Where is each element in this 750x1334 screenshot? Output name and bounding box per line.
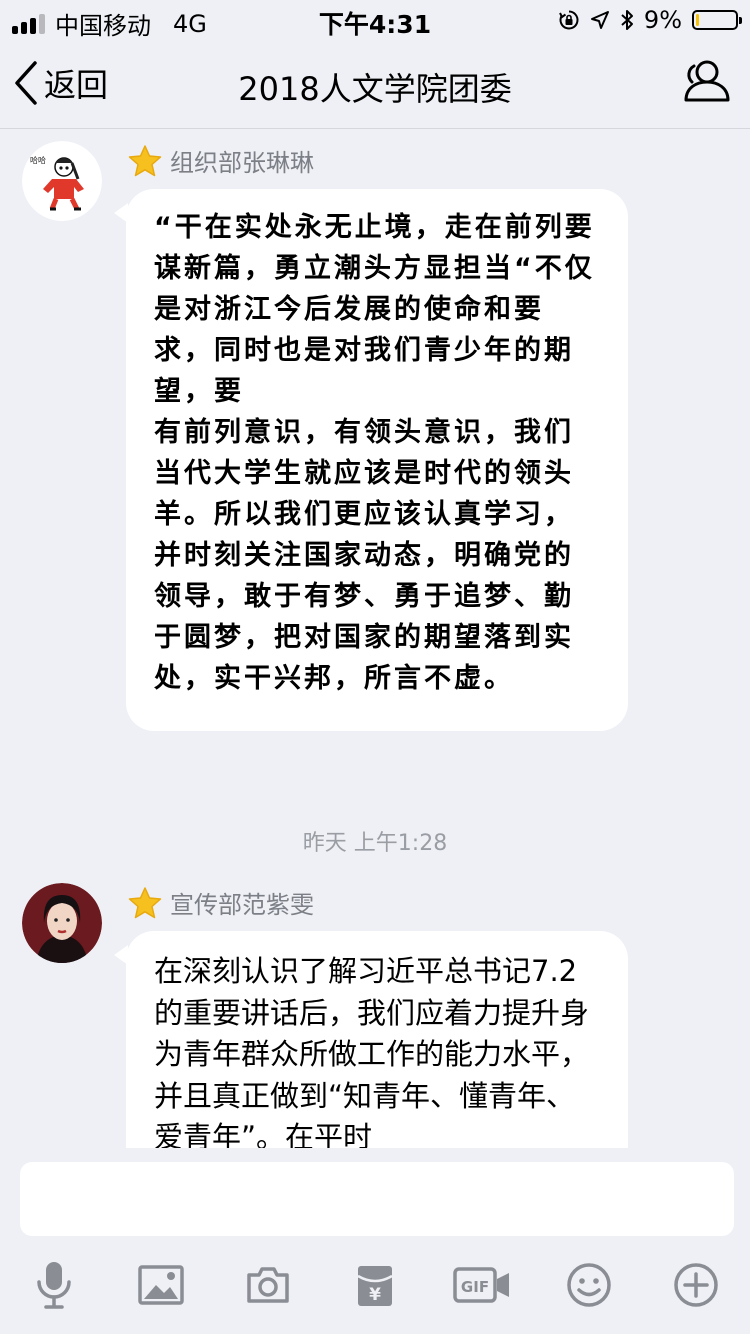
portrait-avatar-icon <box>22 883 102 963</box>
more-button[interactable] <box>668 1260 724 1310</box>
nav-bar: 返回 2018人文学院团委 <box>0 40 750 129</box>
sender-label: 宣传部范紫雯 <box>170 891 314 919</box>
star-badge-icon <box>128 144 162 176</box>
star-badge-icon <box>128 886 162 918</box>
message-text: “干在实处永无止境，走在前列要谋新篇，勇立潮头方显担当“不仅是对浙江今后发展的使… <box>154 212 595 694</box>
toolbar: ¥ GIF <box>0 1260 750 1310</box>
input-bar: ¥ GIF <box>0 1148 750 1334</box>
location-icon <box>590 11 609 29</box>
svg-text:哈哈: 哈哈 <box>30 155 46 165</box>
avatar[interactable] <box>22 883 102 963</box>
rotation-lock-icon <box>559 10 579 30</box>
chat-area[interactable]: 哈哈 组织部张琳琳 “干在实处永无止境，走在前列要谋新篇，勇立潮头方显担当“不仅… <box>0 129 750 1149</box>
emoji-button[interactable] <box>561 1260 617 1310</box>
group-members-button[interactable] <box>680 58 730 108</box>
battery-percent: 9% <box>643 6 682 34</box>
emoji-icon <box>567 1263 611 1307</box>
plus-icon <box>674 1263 718 1307</box>
red-packet-icon: ¥ <box>357 1266 393 1306</box>
avatar[interactable]: 哈哈 <box>22 141 102 221</box>
gif-button[interactable]: GIF <box>452 1260 512 1310</box>
status-bar: 中国移动 4G 下午4:31 9% <box>0 0 750 40</box>
svg-text:GIF: GIF <box>461 1278 489 1296</box>
message-timestamp: 昨天 上午1:28 <box>302 831 448 856</box>
image-icon <box>138 1265 184 1305</box>
status-right: 9% <box>558 6 742 34</box>
user-icon <box>684 60 730 102</box>
gif-icon: GIF <box>453 1267 509 1303</box>
message-bubble[interactable]: “干在实处永无止境，走在前列要谋新篇，勇立潮头方显担当“不仅是对浙江今后发展的使… <box>114 189 628 731</box>
battery-icon <box>692 10 742 30</box>
voice-button[interactable] <box>26 1260 82 1310</box>
message-text: 在深刻认识了解习近平总书记7.2的重要讲话后，我们应着力提升身为青年群众所做工作… <box>154 954 590 1149</box>
message-input[interactable] <box>20 1162 734 1236</box>
svg-text:¥: ¥ <box>369 1285 381 1305</box>
sender-name[interactable]: 宣传部范紫雯 <box>128 885 314 920</box>
camera-button[interactable] <box>240 1260 296 1310</box>
camera-icon <box>247 1267 289 1303</box>
photo-button[interactable] <box>133 1260 189 1310</box>
cartoon-avatar-icon: 哈哈 <box>22 141 102 221</box>
message-bubble[interactable]: 在深刻认识了解习近平总书记7.2的重要讲话后，我们应着力提升身为青年群众所做工作… <box>114 931 628 1149</box>
bluetooth-icon <box>621 10 633 30</box>
red-packet-button[interactable]: ¥ <box>347 1260 403 1310</box>
chat-title: 2018人文学院团委 <box>238 70 512 108</box>
sender-name[interactable]: 组织部张琳琳 <box>128 143 314 178</box>
microphone-icon <box>37 1262 71 1309</box>
sender-label: 组织部张琳琳 <box>170 149 314 177</box>
